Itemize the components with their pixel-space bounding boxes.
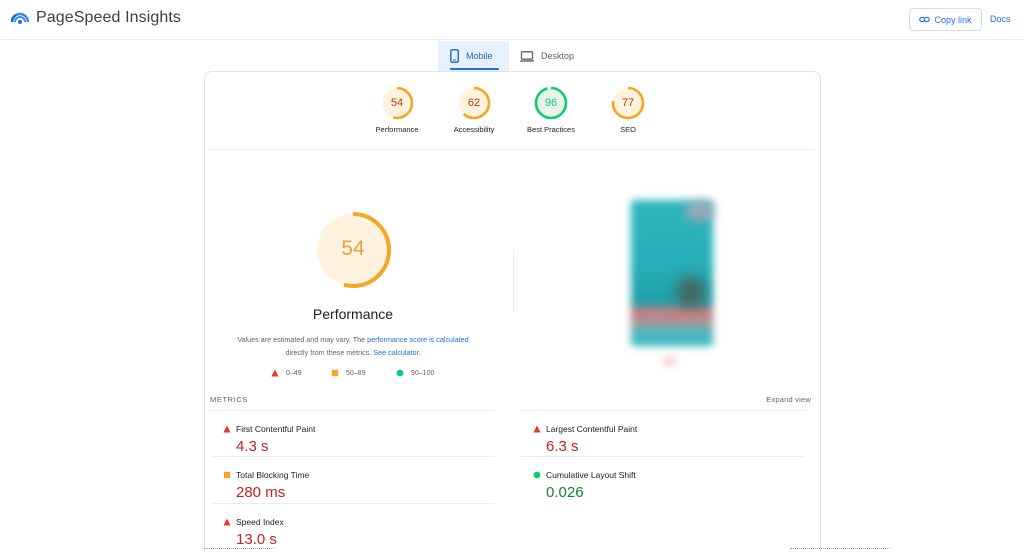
see-calculator-link[interactable]: See calculator. (373, 348, 420, 357)
legend-average: 50–89 (331, 369, 365, 377)
divider (210, 410, 495, 411)
app-header: PageSpeed Insights Copy link Docs (0, 0, 1024, 40)
gauge-best-practices[interactable]: 96 Best Practices (511, 86, 591, 134)
screenshot-detail (687, 202, 713, 220)
metrics-title: METRICS (210, 395, 248, 404)
scroll-indicator (790, 548, 890, 550)
divider (210, 149, 815, 150)
screenshot-detail (677, 276, 705, 308)
expand-view-button[interactable]: Expand view (766, 395, 811, 404)
legend-pass: 90–100 (396, 369, 434, 377)
metric-value: 4.3 s (236, 438, 269, 455)
gauge-accessibility-score: 62 (467, 97, 481, 109)
divider (520, 410, 805, 411)
device-tabs: Mobile Desktop (438, 41, 589, 71)
legend-fail-range: 0–49 (286, 369, 302, 377)
metric-label: Speed Index (236, 517, 284, 527)
screenshot-image (631, 200, 713, 346)
metric-value: 0.026 (546, 484, 584, 501)
app-title: PageSpeed Insights (36, 9, 182, 26)
fail-triangle-icon (223, 518, 231, 526)
metric-label: First Contentful Paint (236, 424, 316, 434)
gauge-accessibility-label: Accessibility (453, 125, 495, 134)
gauge-seo[interactable]: 77 SEO (588, 86, 668, 134)
metric-cumulative-layout-shift[interactable]: Cumulative Layout Shift 0.026 (520, 456, 805, 502)
metric-value: 280 ms (236, 484, 286, 501)
gauge-best-practices-score: 96 (544, 97, 558, 109)
metric-value: 6.3 s (546, 438, 579, 455)
metric-value: 13.0 s (236, 531, 277, 548)
page-screenshot (627, 196, 719, 371)
docs-link[interactable]: Docs (990, 14, 1011, 24)
link-icon (919, 16, 931, 23)
tab-desktop-label: Desktop (541, 51, 575, 61)
copy-link-label: Copy link (934, 14, 972, 25)
section-divider (513, 250, 514, 312)
legend-average-range: 50–89 (346, 369, 366, 377)
metric-label: Largest Contentful Paint (546, 424, 638, 434)
metric-largest-contentful-paint[interactable]: Largest Contentful Paint 6.3 s (520, 410, 805, 456)
performance-title: Performance (312, 306, 394, 322)
circle-icon (396, 369, 404, 377)
gauge-seo-label: SEO (620, 125, 636, 134)
gauge-performance-score: 54 (390, 97, 404, 109)
scroll-indicator (204, 548, 274, 550)
desktop-icon (520, 50, 534, 62)
legend-fail: 0–49 (271, 369, 302, 377)
gauge-performance-label: Performance (375, 125, 419, 134)
score-legend: 0–49 50–89 90–100 (269, 369, 459, 381)
performance-description: Values are estimated and may vary. The p… (233, 333, 473, 359)
metric-label: Total Blocking Time (236, 470, 310, 480)
description-text-2: directly from these metrics. (285, 348, 374, 357)
triangle-icon (271, 369, 279, 377)
copy-link-button[interactable]: Copy link (909, 8, 982, 31)
metric-first-contentful-paint[interactable]: First Contentful Paint 4.3 s (210, 410, 495, 456)
divider (520, 456, 805, 457)
tab-mobile-label: Mobile (466, 51, 493, 61)
performance-score: 54 (341, 237, 365, 260)
divider (210, 456, 495, 457)
metric-speed-index[interactable]: Speed Index 13.0 s (210, 503, 495, 549)
smartphone-icon (450, 49, 459, 63)
gauge-best-practices-label: Best Practices (527, 125, 575, 134)
tab-mobile[interactable]: Mobile (438, 41, 509, 71)
report-card: 54 Performance 62 Accessibility 96 Best … (204, 71, 821, 552)
divider (210, 503, 495, 504)
legend-pass-range: 90–100 (411, 369, 435, 377)
fail-triangle-icon (223, 425, 231, 433)
metric-total-blocking-time[interactable]: Total Blocking Time 280 ms (210, 456, 495, 502)
fail-triangle-icon (533, 425, 541, 433)
brand[interactable]: PageSpeed Insights (10, 8, 181, 28)
square-icon (331, 369, 339, 377)
tab-desktop[interactable]: Desktop (509, 41, 589, 71)
gauge-accessibility[interactable]: 62 Accessibility (434, 86, 514, 134)
screenshot-detail (663, 356, 677, 366)
pass-circle-icon (533, 471, 541, 479)
average-square-icon (223, 471, 231, 479)
gauge-performance[interactable]: 54 Performance (357, 86, 437, 134)
gauge-seo-score: 77 (621, 97, 635, 109)
metrics-header: METRICS Expand view (210, 395, 811, 407)
performance-score-link[interactable]: performance score is calculated (367, 335, 468, 344)
pagespeed-logo-icon (10, 12, 30, 24)
description-text-1: Values are estimated and may vary. The (237, 335, 368, 344)
metric-label: Cumulative Layout Shift (546, 470, 636, 480)
category-gauges: 54 Performance 62 Accessibility 96 Best … (205, 72, 820, 150)
